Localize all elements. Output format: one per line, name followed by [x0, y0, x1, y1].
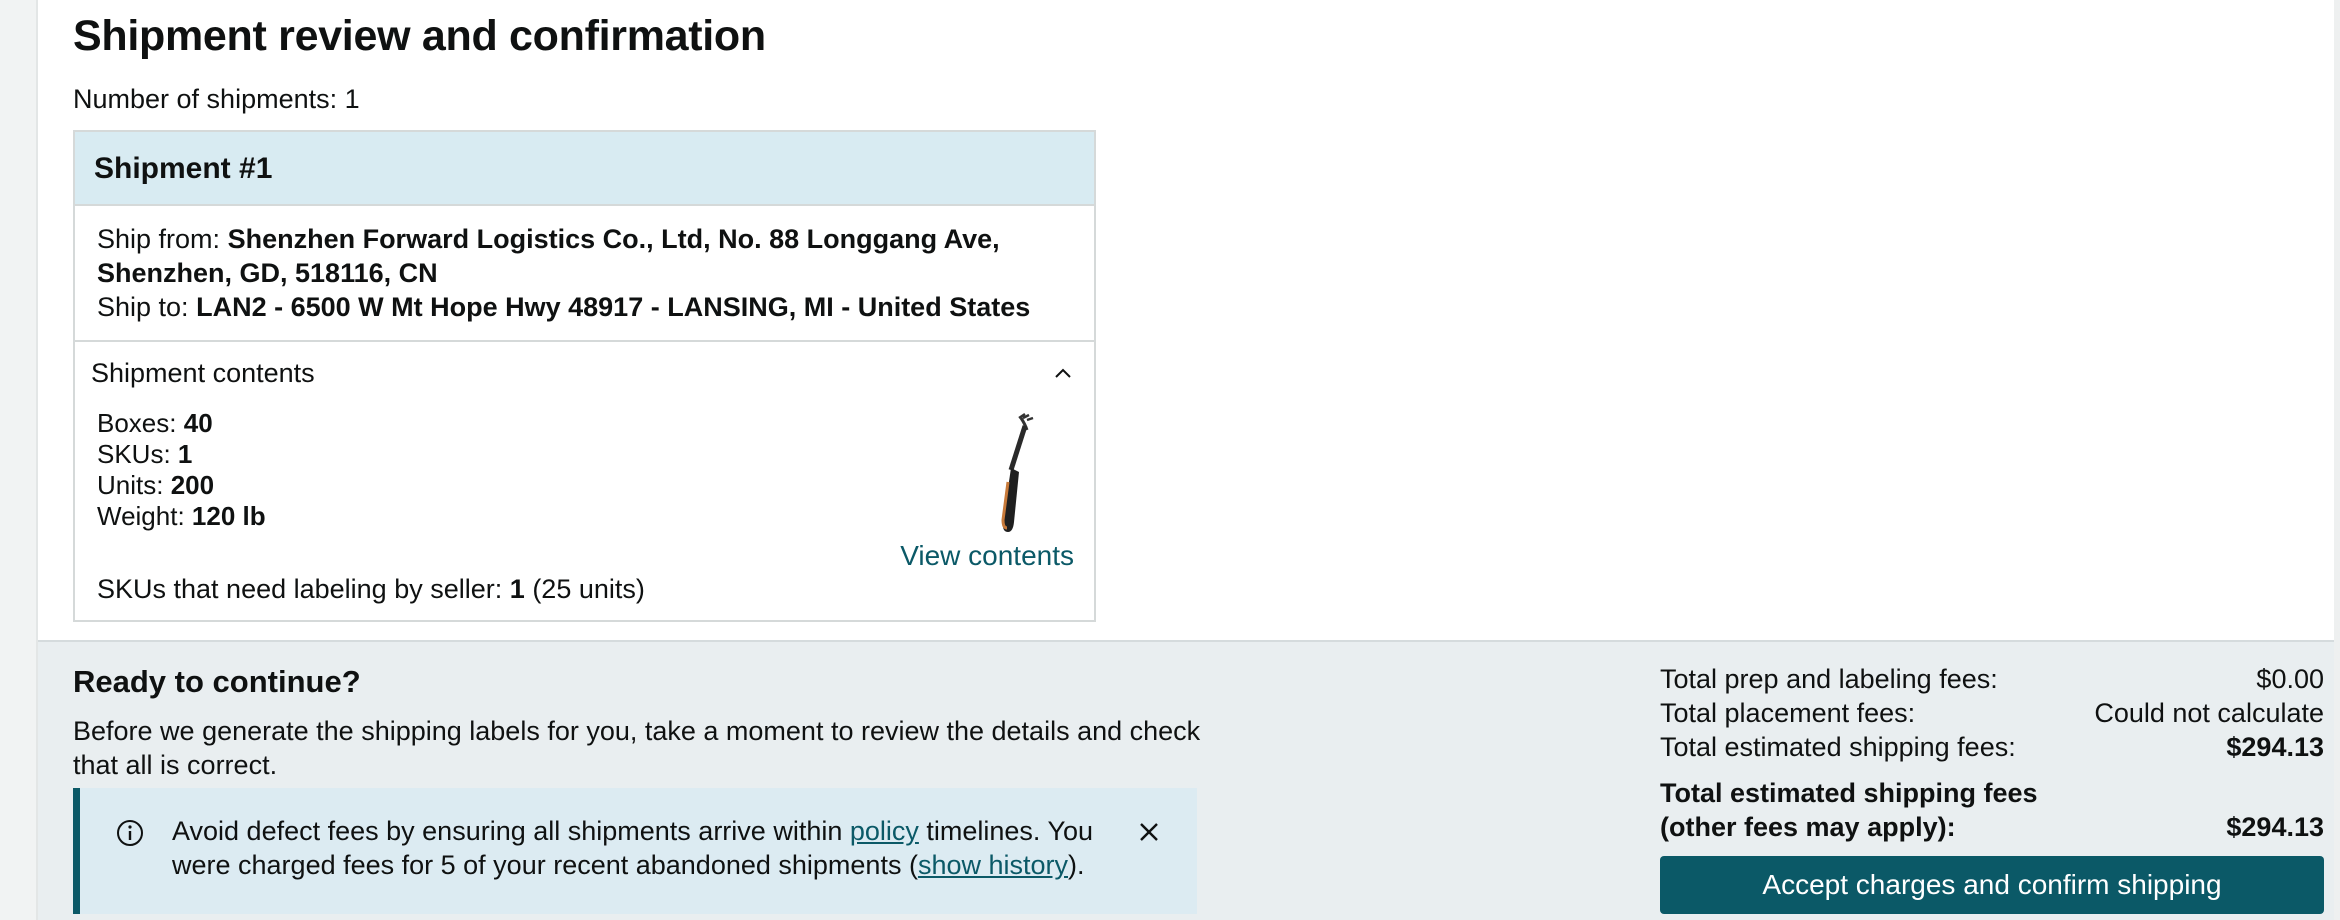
show-history-link[interactable]: show history	[918, 850, 1068, 880]
ship-to: Ship to: LAN2 - 6500 W Mt Hope Hwy 48917…	[97, 290, 1074, 324]
shipment-stats: Boxes: 40 SKUs: 1 Units: 200 Weight: 120…	[75, 390, 1094, 532]
shipment-card: Shipment #1 Ship from: Shenzhen Forward …	[73, 130, 1096, 622]
total-fee-label: Total estimated shipping fees (other fee…	[1660, 778, 2038, 842]
shipment-contents-heading: Shipment contents	[91, 358, 315, 388]
labeling-count: 1	[509, 574, 525, 604]
skus-stat: SKUs: 1	[97, 439, 1094, 470]
ship-to-label: Ship to:	[97, 292, 189, 322]
weight-label: Weight:	[97, 501, 185, 531]
ship-to-value: LAN2 - 6500 W Mt Hope Hwy 48917 - LANSIN…	[196, 292, 1031, 322]
alert-text-3: ).	[1068, 850, 1085, 880]
total-fee-value: $294.13	[2226, 812, 2324, 842]
ready-text: Before we generate the shipping labels f…	[73, 716, 1201, 780]
labeling-label: SKUs that need labeling by seller:	[97, 574, 503, 604]
close-icon[interactable]	[1137, 820, 1161, 844]
shipment-contents-toggle[interactable]: Shipment contents	[75, 342, 1094, 390]
alert-message: Avoid defect fees by ensuring all shipme…	[172, 814, 1112, 882]
units-label: Units:	[97, 470, 164, 500]
shipment-count: Number of shipments: 1	[73, 84, 360, 115]
accept-charges-button[interactable]: Accept charges and confirm shipping	[1660, 856, 2324, 914]
units-stat: Units: 200	[97, 470, 1094, 501]
shipping-fee-row: Total estimated shipping fees: $294.13	[1660, 730, 2324, 764]
prep-fee-row: Total prep and labeling fees: $0.00	[1660, 662, 2324, 696]
ship-from: Ship from: Shenzhen Forward Logistics Co…	[97, 222, 1074, 290]
page: Shipment review and confirmation Number …	[0, 0, 2340, 920]
units-value: 200	[170, 470, 215, 500]
labeling-units: (25 units)	[532, 574, 645, 604]
fee-summary: Total prep and labeling fees: $0.00 Tota…	[1660, 662, 2324, 844]
view-contents-link[interactable]: View contents	[900, 540, 1074, 572]
placement-fee-label: Total placement fees:	[1660, 698, 1916, 728]
confirmation-panel: Ready to continue? Before we generate th…	[38, 640, 2334, 920]
shipment-addresses: Ship from: Shenzhen Forward Logistics Co…	[75, 206, 1094, 342]
info-icon	[117, 820, 143, 846]
placement-fee-row: Total placement fees: Could not calculat…	[1660, 696, 2324, 730]
shipping-fee-label: Total estimated shipping fees:	[1660, 732, 2016, 762]
weight-stat: Weight: 120 lb	[97, 501, 1094, 532]
weight-value: 120 lb	[191, 501, 266, 531]
skus-label: SKUs:	[97, 439, 171, 469]
shipment-count-label: Number of shipments:	[73, 84, 338, 114]
ship-from-label: Ship from:	[97, 224, 221, 254]
policy-link[interactable]: policy	[850, 816, 919, 846]
prep-fee-value: $0.00	[2256, 664, 2324, 694]
boxes-stat: Boxes: 40	[97, 408, 1094, 439]
boxes-label: Boxes:	[97, 408, 177, 438]
defect-fee-alert: Avoid defect fees by ensuring all shipme…	[73, 788, 1197, 914]
left-rail	[0, 0, 38, 920]
product-thumbnail-icon	[1001, 412, 1034, 532]
shipping-fee-value: $294.13	[2226, 732, 2324, 762]
prep-fee-label: Total prep and labeling fees:	[1660, 664, 1998, 694]
shipment-heading: Shipment #1	[75, 132, 1094, 206]
ready-title: Ready to continue?	[73, 664, 361, 699]
placement-fee-value: Could not calculate	[2094, 698, 2324, 728]
alert-text-1: Avoid defect fees by ensuring all shipme…	[172, 816, 850, 846]
shipment-count-value: 1	[344, 84, 360, 114]
boxes-value: 40	[183, 408, 213, 438]
total-fee-row: Total estimated shipping fees (other fee…	[1660, 776, 2324, 844]
scrollbar-track[interactable]	[2334, 0, 2340, 920]
labeling-needed: SKUs that need labeling by seller: 1 (25…	[97, 574, 645, 605]
chevron-up-icon[interactable]	[1052, 362, 1074, 384]
ship-from-value: Shenzhen Forward Logistics Co., Ltd, No.…	[97, 224, 1000, 288]
page-title: Shipment review and confirmation	[73, 12, 766, 60]
skus-value: 1	[177, 439, 193, 469]
